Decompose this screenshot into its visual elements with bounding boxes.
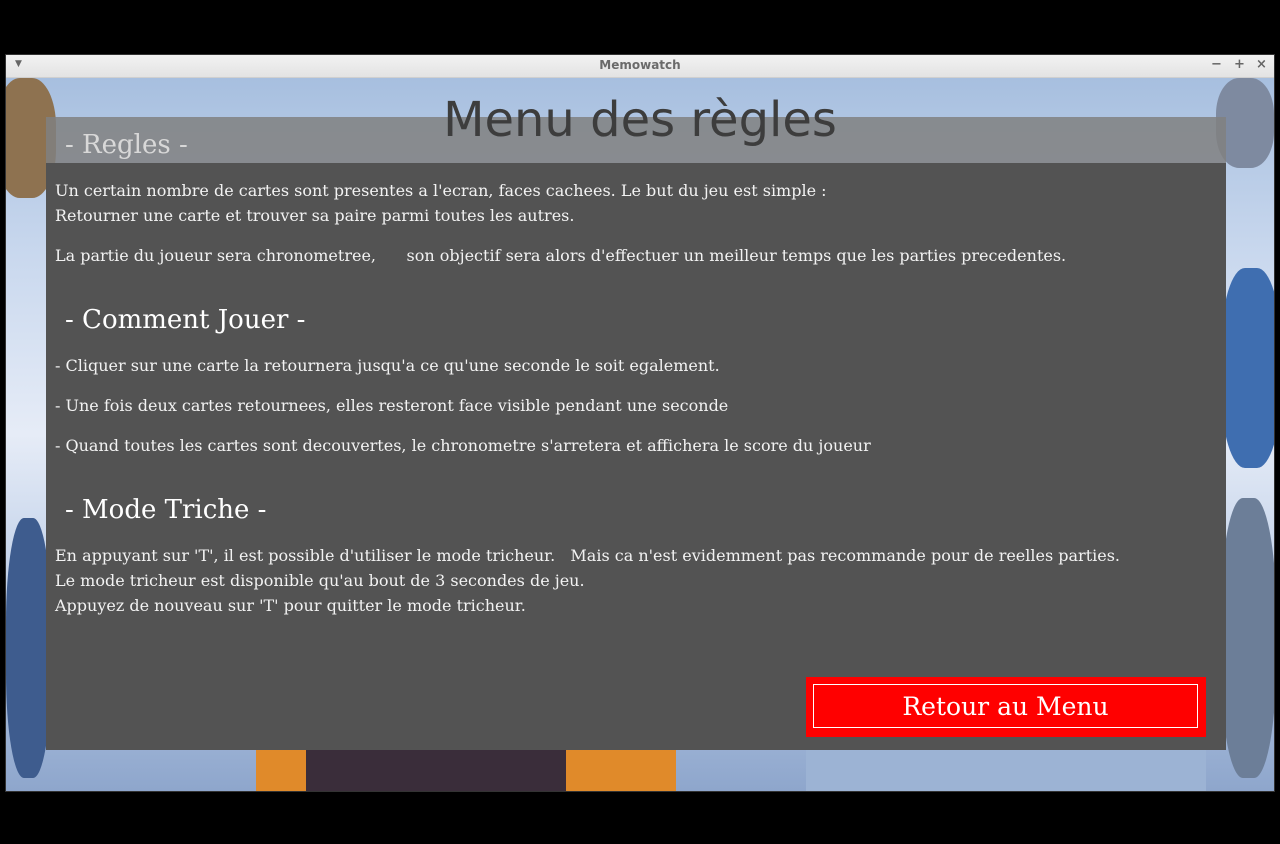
background-art — [6, 518, 51, 778]
rules-line: La partie du joueur sera chronometree, s… — [55, 246, 1067, 265]
return-to-menu-label[interactable]: Retour au Menu — [813, 684, 1198, 728]
how-to-play-line: - Quand toutes les cartes sont decouvert… — [55, 436, 871, 455]
cheat-mode-section-title: - Mode Triche - — [65, 495, 267, 525]
cheat-mode-line: Le mode tricheur est disponible qu'au bo… — [55, 571, 585, 590]
background-art — [1221, 498, 1274, 778]
app-window: ▼ Memowatch − + × Menu des règles - Regl… — [6, 55, 1274, 791]
title-bar[interactable]: ▼ Memowatch − + × — [6, 55, 1274, 78]
how-to-play-line: - Cliquer sur une carte la retournera ju… — [55, 356, 720, 375]
close-icon[interactable]: × — [1256, 57, 1267, 72]
minimize-icon[interactable]: − — [1211, 57, 1222, 72]
rules-line: Un certain nombre de cartes sont present… — [55, 181, 827, 200]
how-to-play-line: - Une fois deux cartes retournees, elles… — [55, 396, 729, 415]
cheat-mode-line: En appuyant sur 'T', il est possible d'u… — [55, 546, 1121, 565]
page-title: Menu des règles — [443, 92, 837, 148]
rules-line: Retourner une carte et trouver sa paire … — [55, 206, 575, 225]
rules-section-title: - Regles - — [65, 130, 188, 160]
cheat-mode-line: Appuyez de nouveau sur 'T' pour quitter … — [55, 596, 526, 615]
return-to-menu-button[interactable]: Retour au Menu — [806, 677, 1206, 737]
how-to-play-section-title: - Comment Jouer - — [65, 305, 306, 335]
window-title: Memowatch — [599, 58, 681, 72]
background-art — [1221, 268, 1274, 468]
maximize-icon[interactable]: + — [1234, 57, 1245, 72]
game-canvas: Menu des règles - Regles - Un certain no… — [6, 78, 1274, 791]
